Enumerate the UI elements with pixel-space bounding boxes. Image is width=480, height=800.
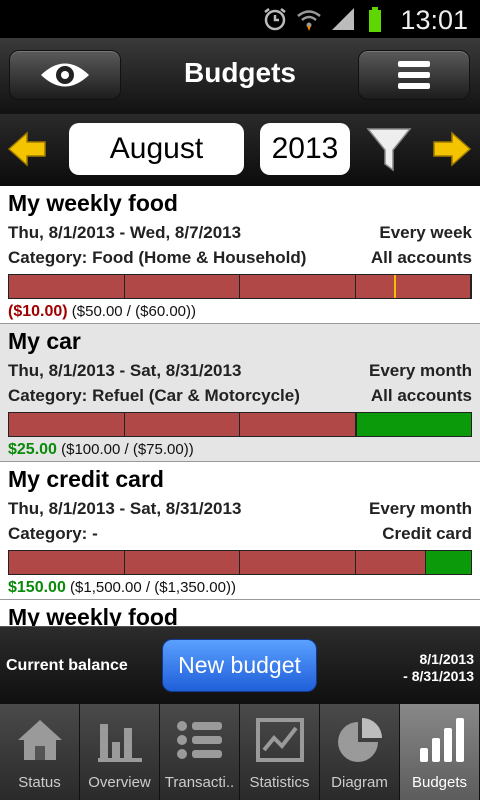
tab-label: Diagram [331, 774, 388, 791]
budget-card[interactable]: My car Thu, 8/1/2013 - Sat, 8/31/2013 Ev… [0, 324, 480, 462]
budget-balance: $25.00 [8, 441, 57, 458]
year-picker[interactable]: 2013 [260, 123, 350, 175]
budget-detail: ($50.00 / ($60.00)) [71, 303, 197, 320]
tab-diagram[interactable]: Diagram [320, 704, 400, 800]
budget-name: My car [8, 328, 81, 354]
budget-accounts: All accounts [370, 386, 472, 405]
budget-bars-icon [419, 718, 464, 762]
tab-overview[interactable]: Overview [80, 704, 160, 800]
balance-footer: Current balance New budget 8/1/2013 - 8/… [0, 626, 480, 704]
tab-status[interactable]: Status [0, 704, 80, 800]
progress-remaining [424, 551, 471, 574]
tab-label: Status [18, 774, 61, 791]
line-chart-icon [255, 718, 304, 762]
status-bar: 13:01 [0, 0, 480, 38]
new-budget-button[interactable]: New budget [162, 639, 317, 692]
budget-recurrence: Every month [369, 361, 472, 380]
budget-card[interactable]: My weekly food [0, 600, 480, 626]
tab-label: Transacti.. [164, 774, 235, 791]
date-range-start: 8/1/2013 [419, 651, 475, 667]
budget-progress-bar [8, 412, 472, 437]
list-icon [176, 721, 222, 759]
current-balance-label: Current balance [6, 657, 128, 674]
alarm-icon [264, 8, 286, 31]
progress-remaining [355, 413, 471, 436]
date-range: 8/1/2013 - 8/31/2013 [403, 651, 474, 685]
arrow-right-icon[interactable] [432, 131, 472, 167]
budget-name: My weekly food [8, 190, 178, 216]
tab-budgets[interactable]: Budgets [400, 704, 480, 800]
budget-category: Category: Food (Home & Household) [8, 248, 307, 267]
pie-chart-icon [337, 718, 382, 762]
budget-accounts: All accounts [370, 248, 472, 267]
budget-detail: ($1,500.00 / ($1,350.00)) [70, 579, 236, 596]
app-header: Budgets [0, 38, 480, 114]
budget-recurrence: Every month [369, 499, 472, 518]
budget-progress-bar [8, 274, 472, 299]
home-icon [17, 720, 62, 760]
budget-card[interactable]: My credit card Thu, 8/1/2013 - Sat, 8/31… [0, 462, 480, 600]
budget-balance: $150.00 [8, 579, 66, 596]
clock: 13:01 [400, 5, 468, 35]
month-picker[interactable]: August [69, 123, 244, 175]
budget-dates: Thu, 8/1/2013 - Sat, 8/31/2013 [8, 361, 242, 380]
tab-transactions[interactable]: Transacti.. [160, 704, 240, 800]
budget-name: My credit card [8, 466, 164, 492]
wifi-icon [297, 10, 321, 31]
tab-label: Budgets [411, 774, 468, 791]
date-range-end: - 8/31/2013 [403, 668, 474, 684]
arrow-left-icon[interactable] [7, 131, 47, 167]
signal-icon [332, 8, 354, 30]
bottom-tab-bar: Status Overview Transacti.. Statistics D… [0, 704, 480, 800]
budget-accounts: Credit card [382, 524, 472, 543]
budget-card[interactable]: My weekly food Thu, 8/1/2013 - Wed, 8/7/… [0, 186, 480, 324]
budget-list[interactable]: My weekly food Thu, 8/1/2013 - Wed, 8/7/… [0, 186, 480, 626]
budget-name: My weekly food [8, 604, 178, 626]
progress-marker [393, 275, 396, 298]
budget-category: Category: - [8, 524, 98, 543]
period-selector: August 2013 [0, 114, 480, 186]
menu-icon [398, 61, 430, 89]
budget-detail: ($100.00 / ($75.00)) [61, 441, 194, 458]
budget-recurrence: Every week [379, 223, 472, 242]
bar-chart-icon [97, 724, 142, 762]
budget-dates: Thu, 8/1/2013 - Wed, 8/7/2013 [8, 223, 242, 242]
budget-progress-bar [8, 550, 472, 575]
filter-icon[interactable] [365, 126, 413, 174]
budget-dates: Thu, 8/1/2013 - Sat, 8/31/2013 [8, 499, 242, 518]
budget-category: Category: Refuel (Car & Motorcycle) [8, 386, 300, 405]
tab-label: Overview [88, 774, 151, 791]
tab-label: Statistics [249, 774, 310, 791]
menu-button[interactable] [358, 50, 470, 100]
budget-balance: ($10.00) [8, 303, 68, 320]
battery-icon [369, 7, 381, 32]
tab-statistics[interactable]: Statistics [240, 704, 320, 800]
